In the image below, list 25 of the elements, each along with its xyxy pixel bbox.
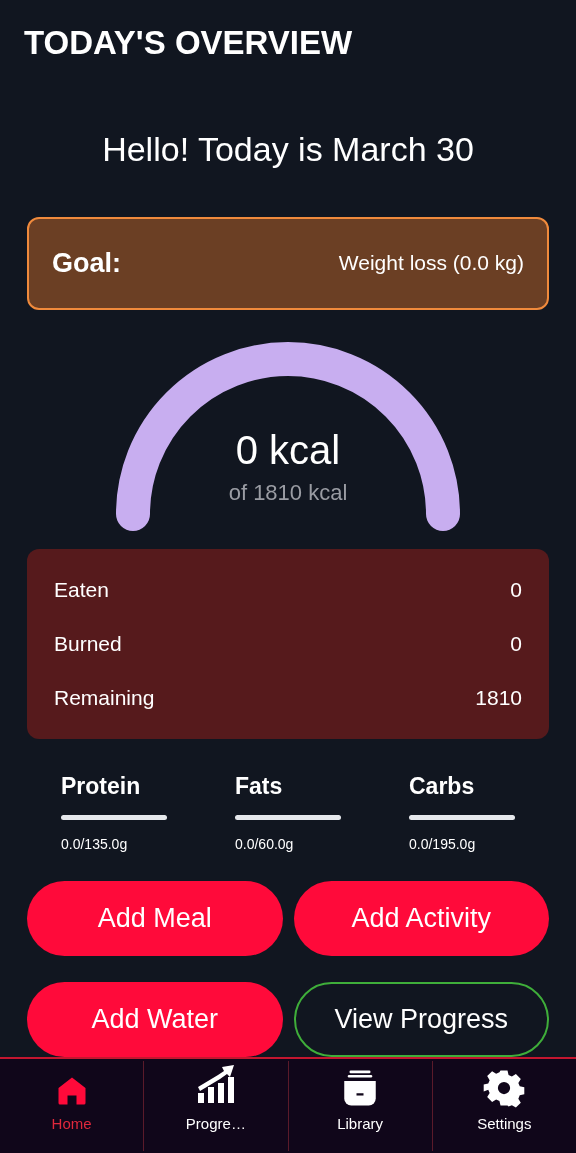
calorie-target: of 1810 kcal [228,478,348,507]
macro-name: Fats [235,771,284,801]
nav-tab[interactable]: Home [0,1059,144,1153]
calorie-value: 0 kcal [235,426,341,474]
action-button[interactable]: Add Meal [27,881,283,956]
summary-label: Eaten [54,576,109,603]
macro-reading: 0.0/195.0g [409,835,477,854]
goal-label: Goal: [52,246,121,280]
page-title: TODAY'S OVERVIEW [24,23,353,63]
summary-value: 0 [510,630,522,657]
summary-value: 1810 [475,684,522,711]
macro-name: Protein [61,771,142,801]
summary-label: Burned [54,630,122,657]
action-button[interactable]: Add Water [27,982,283,1057]
macro-name: Carbs [409,771,476,801]
macro-reading: 0.0/135.0g [61,835,129,854]
goal-value: Weight loss (0.0 kg) [338,250,524,277]
action-button[interactable]: Add Activity [293,881,549,956]
nav-tab[interactable]: Library [288,1059,432,1153]
nav-tab[interactable]: Progre… [144,1059,288,1153]
summary-value: 0 [510,576,522,603]
greeting-text: Hello! Today is March 30 [102,128,474,170]
nav-tab[interactable]: Settings [432,1059,576,1153]
macro-reading: 0.0/60.0g [235,835,295,854]
summary-label: Remaining [54,684,155,711]
